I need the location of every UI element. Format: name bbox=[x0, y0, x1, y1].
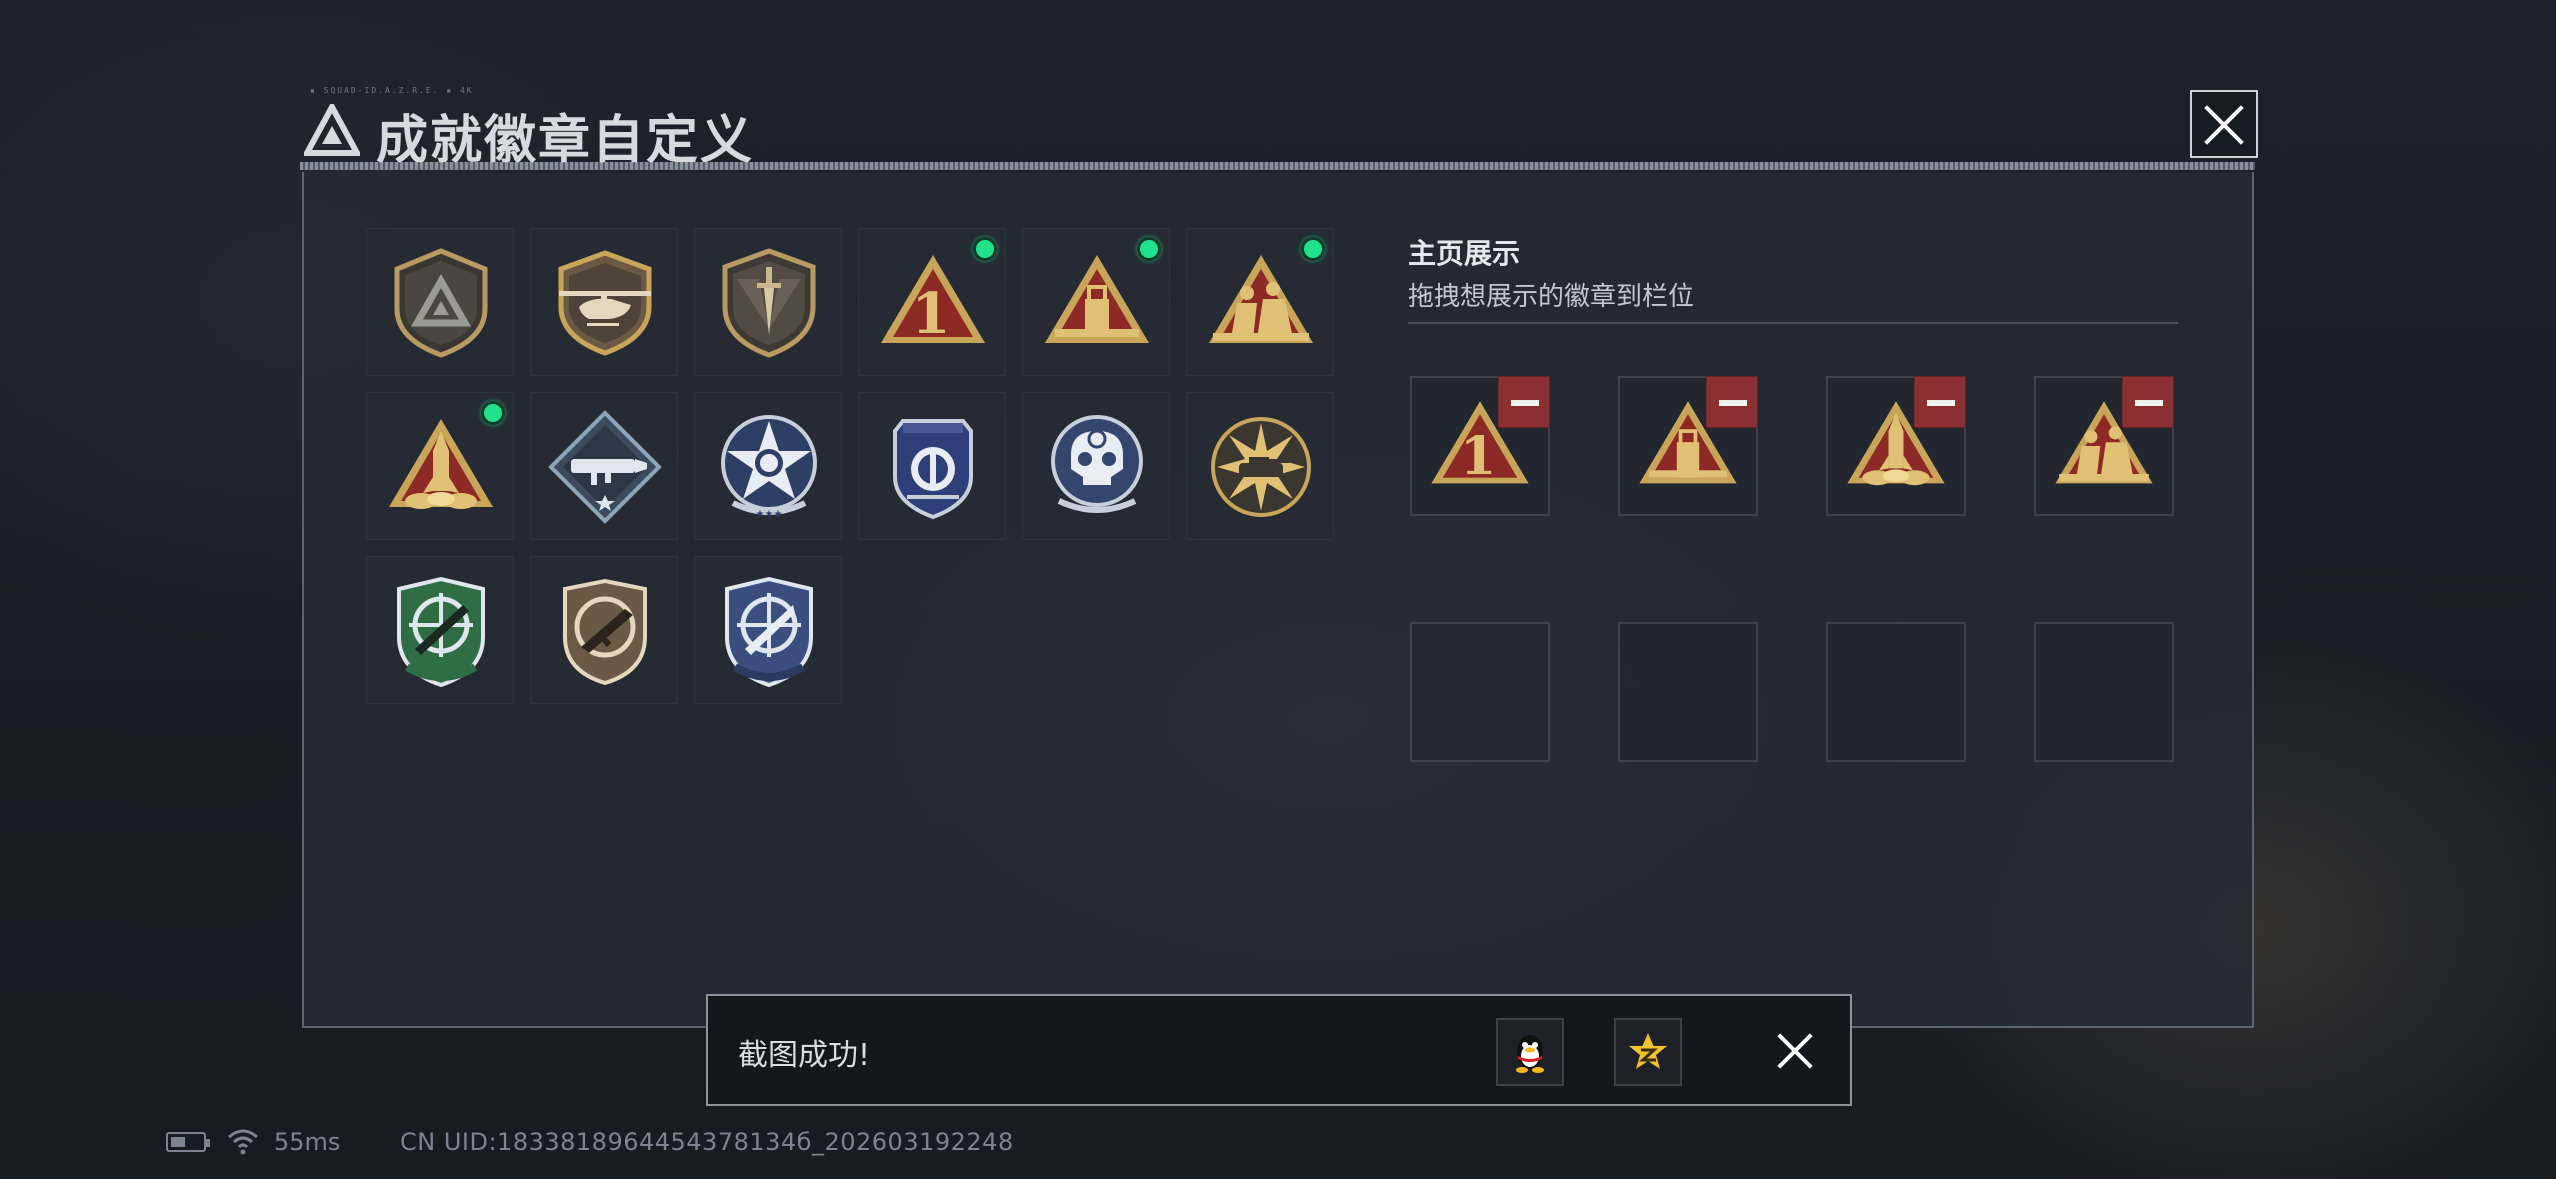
display-divider bbox=[1408, 322, 2178, 324]
remove-badge-button[interactable] bbox=[1498, 376, 1550, 428]
toast-message: 截图成功! bbox=[738, 1038, 871, 1073]
badge-item[interactable] bbox=[694, 556, 842, 704]
title-decoration: ▪ SQUAD-ID.A.Z.R.E. ▪ 4K bbox=[310, 86, 474, 95]
svg-text:1: 1 bbox=[912, 281, 951, 347]
usb-drive-triangle-icon bbox=[1045, 255, 1149, 343]
badge-item[interactable]: 1 bbox=[858, 228, 1006, 376]
close-icon[interactable] bbox=[2190, 90, 2258, 158]
badge-item[interactable] bbox=[694, 228, 842, 376]
equipped-indicator bbox=[973, 237, 997, 261]
star-skull-medal-icon: ★★★ bbox=[721, 415, 817, 520]
equipped-indicator bbox=[1301, 237, 1325, 261]
badge-item[interactable] bbox=[530, 392, 678, 540]
badge-item[interactable] bbox=[1186, 228, 1334, 376]
badge-item[interactable] bbox=[530, 228, 678, 376]
network-latency: 55ms bbox=[274, 1128, 341, 1156]
skull-crosshair-medal-icon bbox=[1051, 415, 1143, 513]
badge-item[interactable] bbox=[1022, 228, 1170, 376]
tank-burst-medal-icon bbox=[1211, 417, 1311, 517]
wifi-icon bbox=[228, 1129, 258, 1155]
badge-item[interactable] bbox=[1022, 392, 1170, 540]
battery-icon bbox=[166, 1132, 210, 1152]
display-slot[interactable] bbox=[1826, 376, 1966, 516]
badge-item[interactable] bbox=[366, 392, 514, 540]
window-title-bar: ▪ SQUAD-ID.A.Z.R.E. ▪ 4K 成就徽章自定义 bbox=[300, 86, 2255, 176]
share-qzone-button[interactable] bbox=[1614, 1018, 1682, 1086]
triangle-emblem-shield-icon bbox=[394, 248, 488, 358]
badge-item[interactable] bbox=[366, 556, 514, 704]
qzone-star-icon bbox=[1629, 1033, 1667, 1069]
empty-display-slot[interactable] bbox=[1826, 622, 1966, 762]
display-slot[interactable] bbox=[1618, 376, 1758, 516]
empty-display-slot[interactable] bbox=[1410, 622, 1550, 762]
badge-item[interactable] bbox=[366, 228, 514, 376]
empty-display-slot[interactable] bbox=[2034, 622, 2174, 762]
equipped-indicator bbox=[1137, 237, 1161, 261]
remove-badge-button[interactable] bbox=[2122, 376, 2174, 428]
blue-knife-crosshair-shield-icon bbox=[725, 576, 813, 688]
blue-shield-crest-icon bbox=[893, 419, 973, 520]
remove-badge-button[interactable] bbox=[1914, 376, 1966, 428]
badge-inventory-grid: 1 ★★★ bbox=[366, 228, 1346, 708]
qq-penguin-icon bbox=[1516, 1035, 1544, 1073]
badge-item[interactable]: ★★★ bbox=[694, 392, 842, 540]
screenshot-toast: 截图成功! bbox=[706, 994, 1852, 1106]
display-heading: 主页展示 bbox=[1408, 237, 1521, 270]
remove-badge-button[interactable] bbox=[1706, 376, 1758, 428]
helicopter-shield-icon bbox=[558, 250, 652, 356]
close-icon[interactable] bbox=[1770, 1026, 1820, 1076]
rocket-launcher-diamond-icon bbox=[548, 410, 662, 524]
user-id: CN UID:1833818964454378134б_202603192248 bbox=[400, 1128, 1014, 1156]
dagger-shield-icon bbox=[722, 248, 816, 358]
bronze-smg-shield-icon bbox=[563, 578, 647, 686]
empty-display-slot[interactable] bbox=[1618, 622, 1758, 762]
equipped-indicator bbox=[481, 401, 505, 425]
green-rifle-crosshair-shield-icon bbox=[397, 576, 485, 688]
soldiers-triangle-icon bbox=[1209, 255, 1313, 343]
display-slot[interactable]: 1 bbox=[1410, 376, 1550, 516]
share-qq-button[interactable] bbox=[1496, 1018, 1564, 1086]
badge-item[interactable] bbox=[1186, 392, 1334, 540]
badge-item[interactable] bbox=[530, 556, 678, 704]
rank-one-triangle-icon: 1 bbox=[881, 255, 985, 347]
svg-text:1: 1 bbox=[1460, 426, 1496, 487]
display-instruction: 拖拽想展示的徽章到栏位 bbox=[1408, 282, 1695, 312]
rocket-triangle-icon bbox=[389, 419, 493, 509]
game-logo-icon bbox=[304, 104, 360, 156]
badge-item[interactable] bbox=[858, 392, 1006, 540]
display-slot[interactable] bbox=[2034, 376, 2174, 516]
title-divider bbox=[300, 162, 2255, 170]
svg-text:★★★: ★★★ bbox=[756, 509, 783, 520]
